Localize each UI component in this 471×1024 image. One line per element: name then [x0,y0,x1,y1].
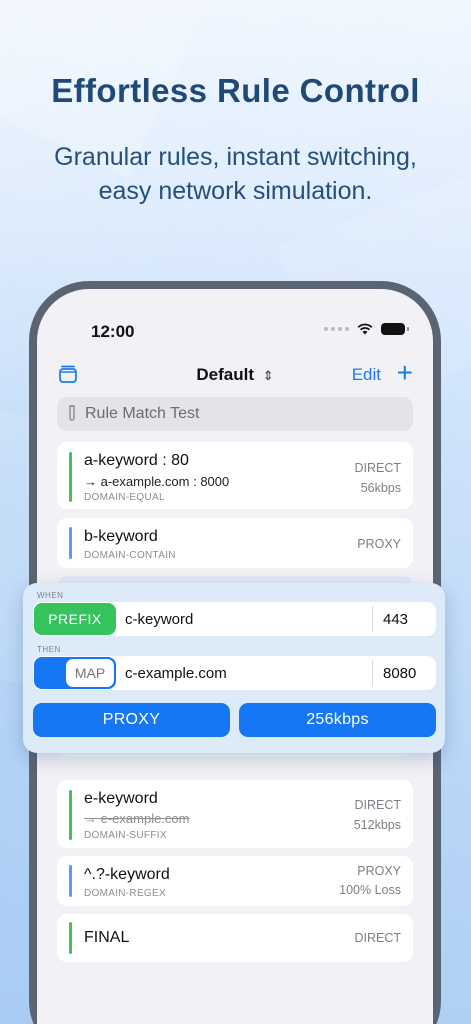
rule-action: PROXY [357,864,401,878]
match-row: PREFIX c-keyword 443 [33,602,436,636]
match-value-input[interactable]: c-keyword [125,611,193,628]
rule-type: DOMAIN-CONTAIN [84,550,176,561]
when-label: WHEN [37,591,64,600]
divider [372,660,373,686]
rule-action: DIRECT [354,461,401,475]
subheadline-line-1: Granular rules, instant switching, [54,143,417,171]
speed-button[interactable]: 256kbps [239,703,436,737]
battery-icon [381,323,409,335]
rule-speed: 512kbps [353,818,401,832]
match-port-input[interactable]: 443 [383,611,408,628]
then-label: THEN [37,645,61,654]
rule-keyword: FINAL [84,929,130,946]
rule-speed: 56kbps [360,481,401,495]
search-placeholder: Rule Match Test [85,405,200,422]
map-toggle-label: MAP [66,659,114,687]
rule-row-a-keyword[interactable]: a-keyword : 80 → a-example.com : 8000 DO… [57,442,413,509]
test-tube-icon [69,405,75,421]
signal-icon [324,327,349,331]
rule-keyword: e-keyword [84,790,158,807]
rule-color-bar [69,452,72,502]
rule-action: DIRECT [354,931,401,945]
rule-row-b-keyword[interactable]: b-keyword DOMAIN-CONTAIN PROXY [57,518,413,568]
rule-row-final[interactable]: FINAL DIRECT [57,914,413,962]
rule-color-bar [69,527,72,559]
wifi-icon [357,323,373,335]
headline: Effortless Rule Control [51,72,420,109]
rule-type: DOMAIN-EQUAL [84,492,165,503]
rule-target: → e-example.com [84,811,190,826]
rule-color-bar [69,865,72,897]
status-time: 12:00 [91,322,135,341]
map-row: MAP c-example.com 8080 [33,656,436,690]
subheadline: Granular rules, instant switching, easy … [0,140,471,208]
rule-keyword: a-keyword : 80 [84,452,189,469]
rule-row-regex-keyword[interactable]: ^.?-keyword DOMAIN-REGEX PROXY 100% Loss [57,856,413,906]
rule-speed: 100% Loss [339,883,401,897]
rule-keyword: ^.?-keyword [84,866,170,883]
rule-action: DIRECT [354,798,401,812]
rule-type: DOMAIN-REGEX [84,888,166,899]
rule-match-test-field[interactable]: Rule Match Test [57,397,413,431]
rule-row-e-keyword[interactable]: e-keyword → e-example.com DOMAIN-SUFFIX … [57,780,413,848]
add-rule-button[interactable]: + [397,359,413,387]
action-proxy-button[interactable]: PROXY [33,703,230,737]
rule-type: DOMAIN-SUFFIX [84,830,167,841]
rule-editor-panel: WHEN PREFIX c-keyword 443 THEN MAP c-exa… [23,583,445,753]
status-icons [324,323,409,335]
map-port-input[interactable]: 8080 [383,665,416,682]
divider [372,606,373,632]
map-toggle[interactable]: MAP [34,657,116,689]
subheadline-line-2: easy network simulation. [98,177,373,205]
rule-target: → a-example.com : 8000 [84,474,230,489]
rule-color-bar [69,790,72,840]
edit-button[interactable]: Edit [352,365,381,385]
chevron-up-down-icon: ⇕ [262,368,274,383]
rule-color-bar [69,922,72,954]
rule-action: PROXY [357,537,401,551]
profile-title: Default [196,365,254,384]
rule-keyword: b-keyword [84,528,158,545]
match-type-button[interactable]: PREFIX [34,603,116,635]
map-value-input[interactable]: c-example.com [125,665,227,682]
nav-bar: Default ⇕ Edit + [37,357,433,393]
